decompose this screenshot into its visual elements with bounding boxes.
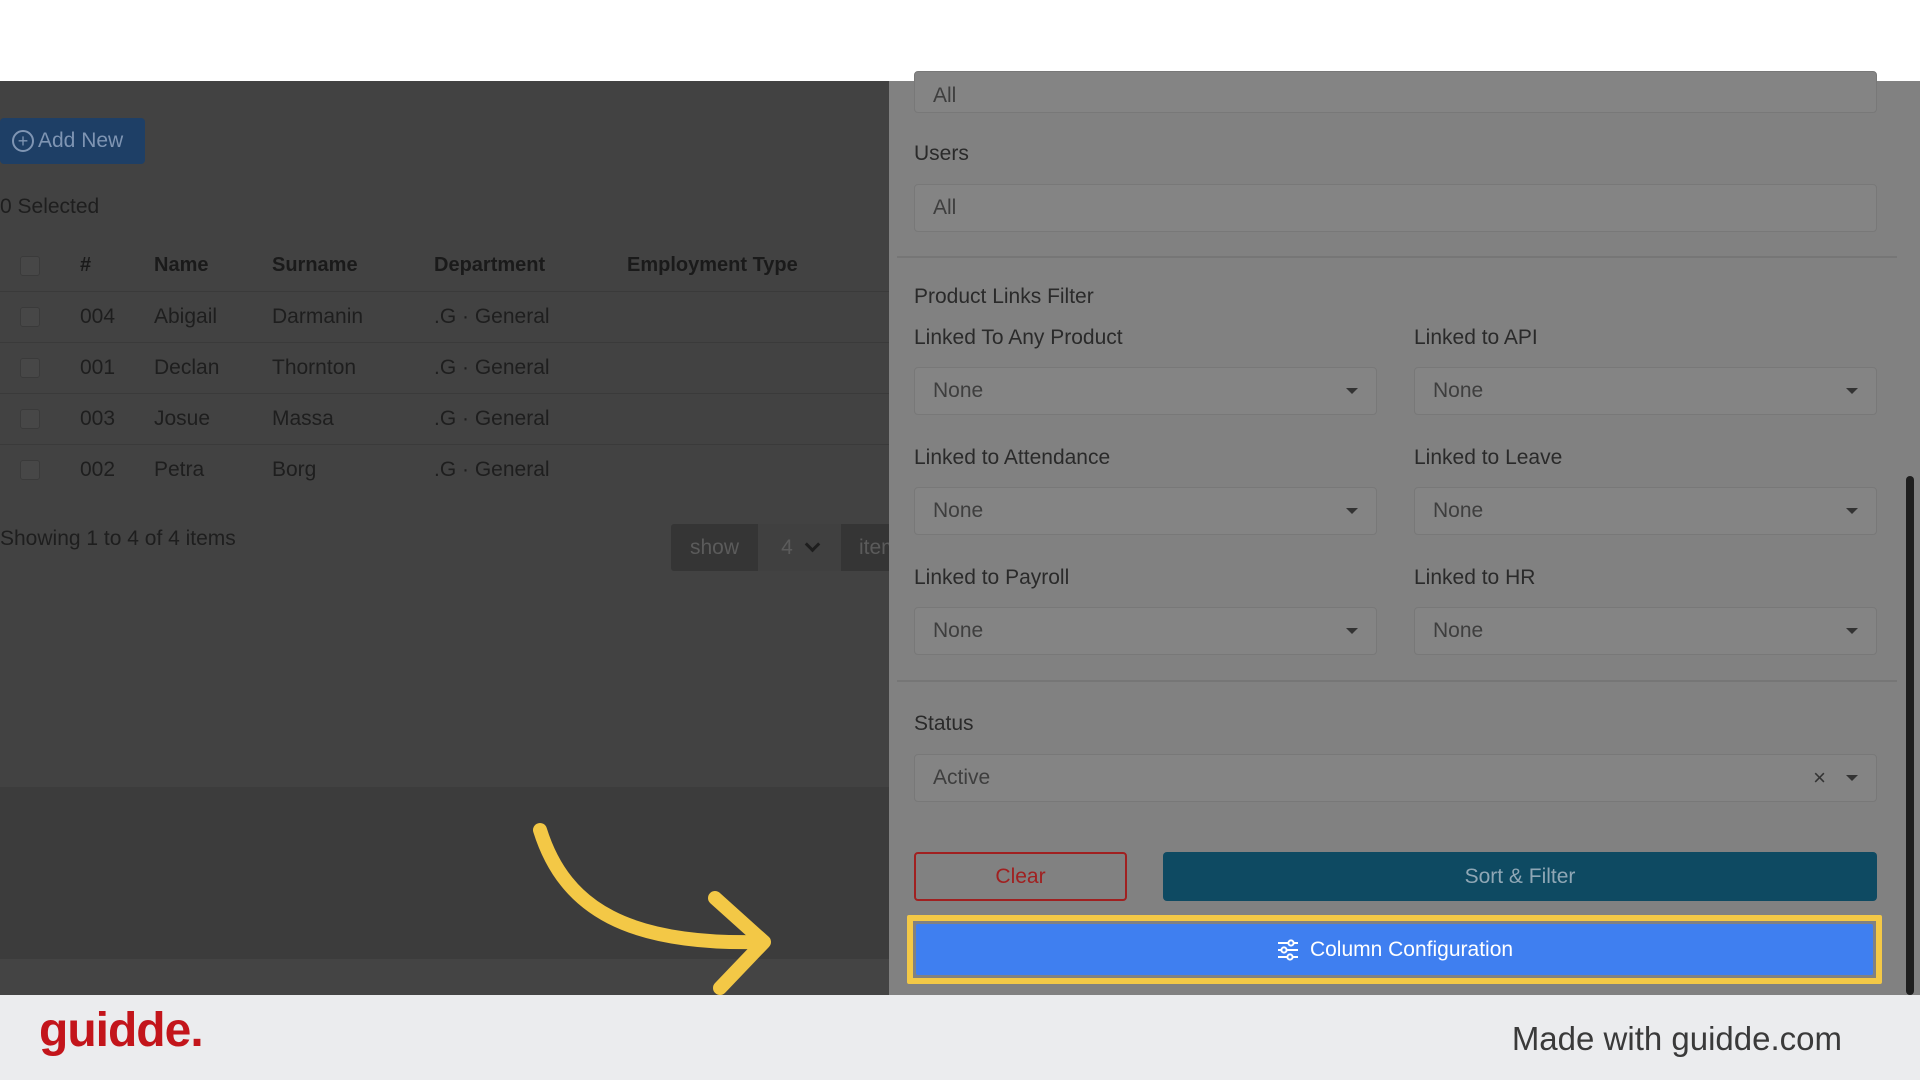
top-blank-area [0,0,1920,81]
sort-filter-button[interactable]: Sort & Filter [1163,852,1877,901]
users-label: Users [914,142,969,165]
header-department[interactable]: Department [434,241,627,291]
cell-department: .G · General [434,341,627,393]
cell-department: .G · General [434,392,627,444]
top-filter-select[interactable]: All [914,71,1877,113]
table-row[interactable]: 004 Abigail Darmanin .G · General [0,290,889,342]
add-new-button[interactable]: + Add New [0,118,145,164]
cell-number: 003 [80,392,154,444]
cell-department: .G · General [434,290,627,342]
linked-any-product-value: None [933,379,984,402]
cell-number: 004 [80,290,154,342]
pager-show-label: show [671,524,758,571]
footer-bar: guidde. Made with guidde.com [0,995,1920,1080]
column-configuration-button[interactable]: Column Configuration [916,924,1873,975]
product-links-title: Product Links Filter [914,285,1094,308]
column-configuration-label: Column Configuration [1309,937,1514,961]
pagination-summary: Showing 1 to 4 of 4 items [0,527,236,550]
caret-down-icon [1346,388,1358,394]
cell-department: .G · General [434,443,627,495]
guidde-logo: guidde. [39,1004,204,1057]
linked-leave-select[interactable]: None [1414,487,1877,535]
cell-employment-type [627,443,889,495]
plus-circle-icon: + [12,130,34,152]
caret-down-icon [1846,775,1858,781]
pager-items-label: items [841,524,889,571]
table-row[interactable]: 003 Josue Massa .G · General [0,392,889,444]
clear-button[interactable]: Clear [914,852,1127,901]
row-checkbox[interactable] [20,459,40,480]
table-row[interactable]: 002 Petra Borg .G · General [0,443,889,495]
linked-attendance-value: None [933,499,984,522]
page-size-select[interactable]: 4 [758,524,841,571]
linked-leave-label: Linked to Leave [1414,446,1563,469]
row-checkbox[interactable] [20,357,40,378]
caret-down-icon [1846,388,1858,394]
linked-leave-value: None [1433,499,1484,522]
cell-surname: Darmanin [272,290,434,342]
select-all-checkbox[interactable] [20,255,40,276]
caret-down-icon [1346,508,1358,514]
header-number[interactable]: # [80,241,154,291]
clear-selection-icon[interactable]: × [1813,765,1826,791]
cell-employment-type [627,341,889,393]
cell-name: Declan [154,341,272,393]
linked-attendance-select[interactable]: None [914,487,1377,535]
header-name[interactable]: Name [154,241,272,291]
linked-hr-label: Linked to HR [1414,566,1536,589]
section-divider [897,256,1897,258]
linked-api-select[interactable]: None [1414,367,1877,415]
add-new-label: Add New [38,129,124,152]
status-value: Active [933,766,991,789]
cell-employment-type [627,290,889,342]
row-checkbox[interactable] [20,306,40,327]
cell-surname: Massa [272,392,434,444]
linked-hr-value: None [1433,619,1484,642]
employee-table: # Name Surname Department Employment Typ… [0,241,889,495]
cell-employment-type [627,392,889,444]
panel-scrollbar[interactable] [1906,476,1914,995]
sliders-icon [1277,938,1298,961]
cell-name: Petra [154,443,272,495]
linked-any-product-select[interactable]: None [914,367,1377,415]
users-select[interactable]: All [914,184,1877,232]
row-checkbox[interactable] [20,408,40,429]
status-select[interactable]: Active × [914,754,1877,802]
users-value: All [933,196,957,219]
caret-down-icon [1346,628,1358,634]
cell-name: Josue [154,392,272,444]
page-size-value: 4 [781,535,793,559]
caret-down-icon [1846,508,1858,514]
cell-number: 001 [80,341,154,393]
table-header-row: # Name Surname Department Employment Typ… [0,241,889,291]
linked-api-value: None [1433,379,1484,402]
chevron-down-icon [804,536,821,553]
section-divider [897,680,1897,682]
cell-number: 002 [80,443,154,495]
linked-attendance-label: Linked to Attendance [914,446,1111,469]
linked-any-product-label: Linked To Any Product [914,326,1123,349]
table-row[interactable]: 001 Declan Thornton .G · General [0,341,889,393]
linked-payroll-select[interactable]: None [914,607,1377,655]
status-label: Status [914,712,974,735]
cell-surname: Borg [272,443,434,495]
header-surname[interactable]: Surname [272,241,434,291]
pointer-arrow-icon [533,823,771,995]
caret-down-icon [1846,628,1858,634]
page-size-control: show 4 items [671,524,889,571]
selected-count: 0 Selected [0,195,100,218]
header-employment-type[interactable]: Employment Type [627,241,889,291]
linked-hr-select[interactable]: None [1414,607,1877,655]
cell-name: Abigail [154,290,272,342]
made-with-text: Made with guidde.com [1511,1020,1842,1057]
top-filter-value: All [933,84,957,107]
cell-surname: Thornton [272,341,434,393]
linked-api-label: Linked to API [1414,326,1538,349]
linked-payroll-value: None [933,619,984,642]
filter-panel: All Users All Product Links Filter Linke… [889,71,1920,995]
linked-payroll-label: Linked to Payroll [914,566,1070,589]
